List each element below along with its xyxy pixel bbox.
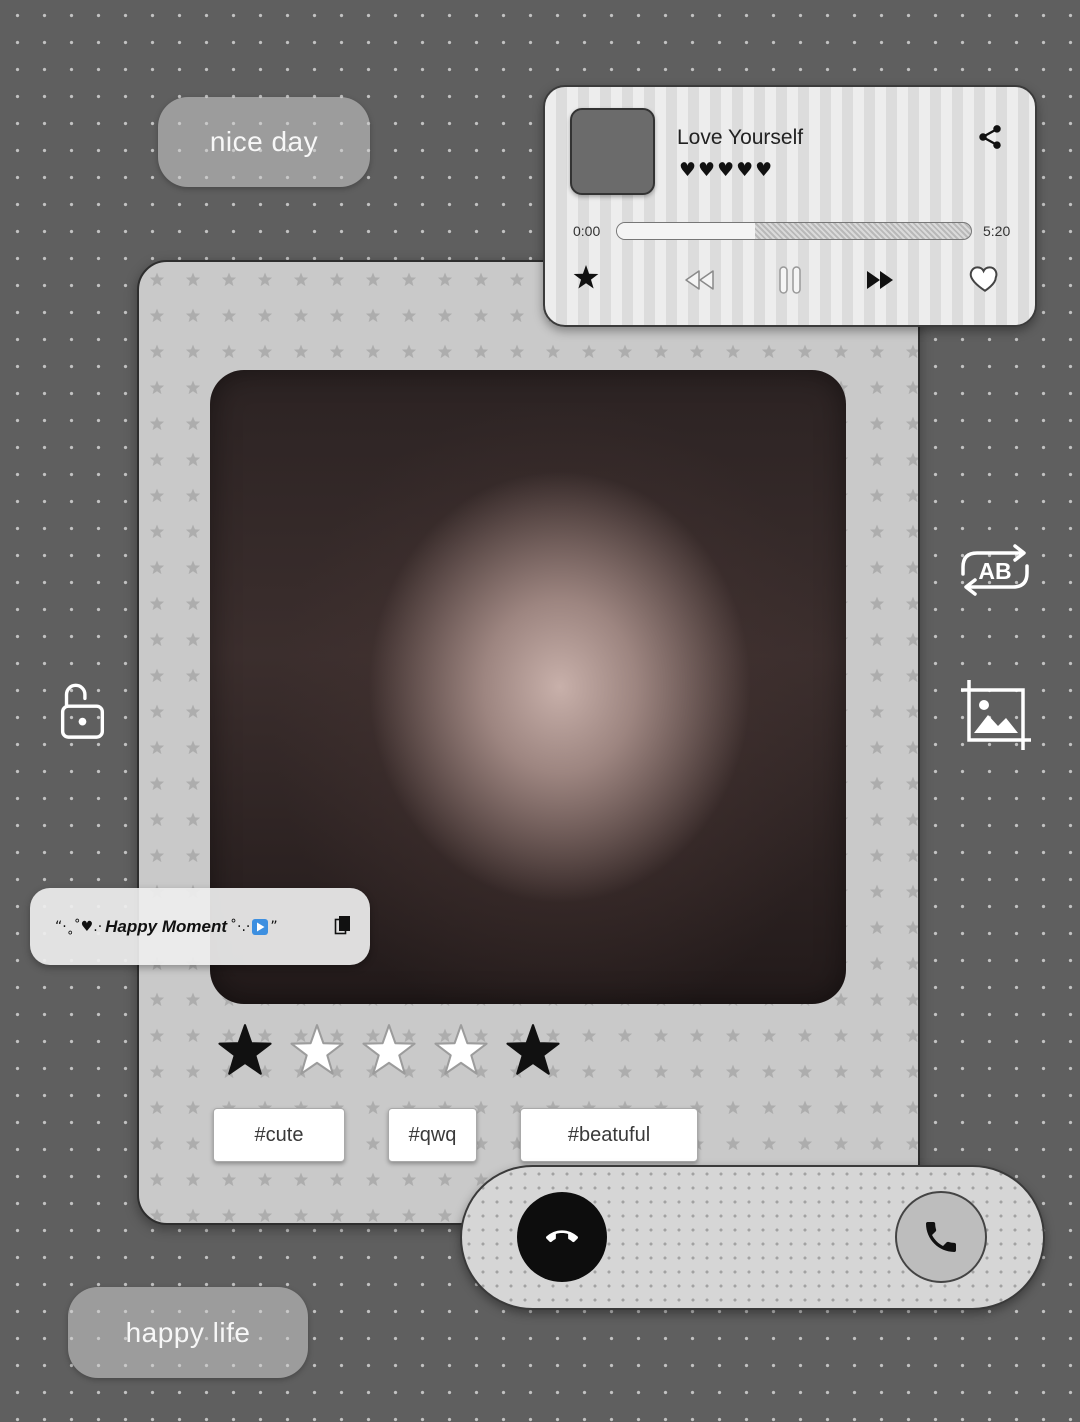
accept-call-button[interactable]: [895, 1191, 987, 1283]
decline-call-button[interactable]: [517, 1192, 607, 1282]
hang-up-icon: [546, 1230, 578, 1243]
nice-day-sticker: nice day: [158, 97, 370, 187]
tag-label: #cute: [254, 1123, 304, 1146]
time-total: 5:20: [983, 223, 1011, 239]
tag-label: #qwq: [408, 1123, 457, 1146]
phone-icon: [926, 1222, 956, 1252]
sticker-text: happy life: [125, 1316, 251, 1348]
play-icon: [252, 918, 269, 935]
pause-icon[interactable]: [774, 263, 806, 297]
album-art[interactable]: [570, 108, 655, 195]
tag-qwq[interactable]: #qwq: [388, 1108, 477, 1162]
moment-title: Happy Moment: [105, 916, 227, 936]
heart-rating: ♥♥♥♥♥: [679, 159, 775, 181]
progress-bar[interactable]: [616, 222, 972, 240]
rating-star-filled[interactable]: [214, 1021, 276, 1083]
moment-decoration-lead: “·˳˚♥.·: [55, 918, 103, 935]
progress-fill: [617, 223, 756, 239]
swap-label: AB: [978, 558, 1011, 584]
song-title: Love Yourself: [677, 126, 804, 149]
fast-forward-icon[interactable]: [864, 267, 896, 293]
image-crop-icon[interactable]: [961, 680, 1031, 750]
tag-label: #beatuful: [567, 1123, 651, 1146]
rating-star-empty[interactable]: [358, 1021, 420, 1083]
rating-star-filled[interactable]: [502, 1021, 564, 1083]
music-player: Love Yourself ♥♥♥♥♥ 0:00 5:20: [543, 85, 1037, 327]
share-icon[interactable]: [976, 123, 1004, 151]
unlock-icon[interactable]: [57, 681, 107, 741]
star-rating[interactable]: [214, 1021, 564, 1083]
tag-beatuful[interactable]: #beatuful: [520, 1108, 698, 1162]
rewind-icon[interactable]: [684, 267, 716, 293]
rating-star-empty[interactable]: [286, 1021, 348, 1083]
happy-life-sticker: happy life: [68, 1287, 308, 1378]
swap-ab-icon[interactable]: AB: [957, 543, 1033, 597]
time-current: 0:00: [573, 223, 601, 239]
rating-star-empty[interactable]: [430, 1021, 492, 1083]
happy-moment-card[interactable]: “·˳˚♥.· Happy Moment ˚·.· ”: [30, 888, 370, 965]
moment-close-quote: ”: [270, 918, 278, 935]
collage-screen: #cute #qwq #beatuful nice day happy life…: [0, 0, 1080, 1422]
bookmark-icon[interactable]: [334, 915, 352, 935]
sticker-text: nice day: [209, 126, 319, 157]
call-bar: [460, 1165, 1045, 1310]
heart-icon[interactable]: [968, 261, 1002, 295]
tag-cute[interactable]: #cute: [213, 1108, 345, 1162]
photo-card: #cute #qwq #beatuful: [137, 260, 920, 1225]
moment-decoration-trail: ˚·.·: [230, 918, 251, 935]
star-icon[interactable]: [571, 263, 601, 293]
